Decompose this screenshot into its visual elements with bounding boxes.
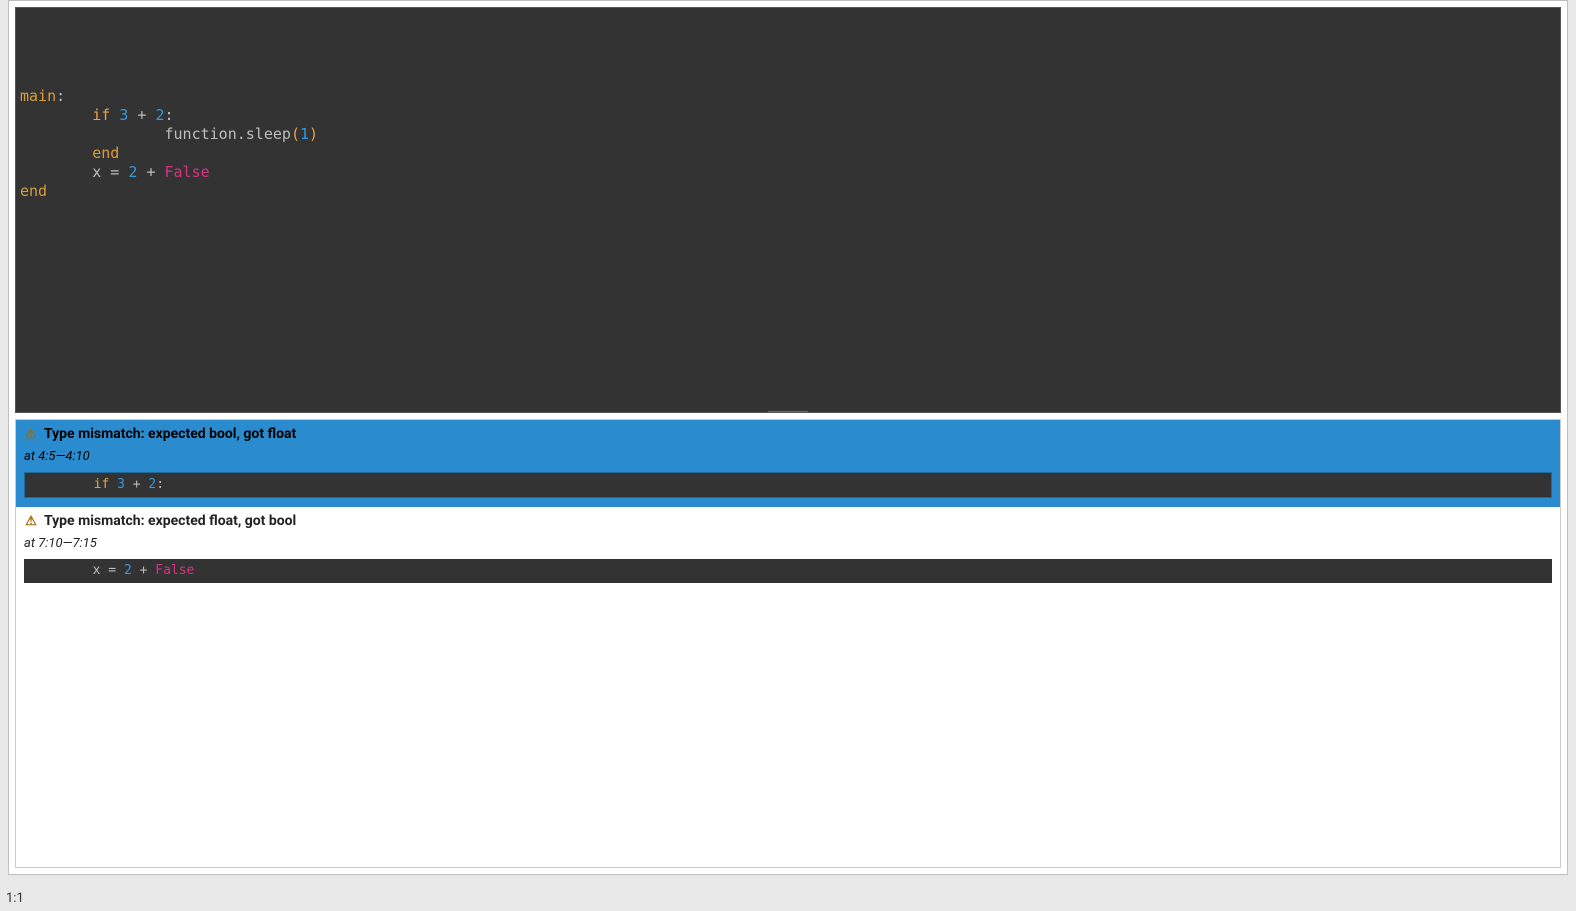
code-token [20, 106, 92, 124]
code-token: 2 [155, 106, 164, 124]
warning-icon: ⚠ [24, 514, 38, 528]
problem-title-text: Type mismatch: expected bool, got float [44, 426, 296, 442]
code-token: function.sleep [165, 125, 291, 143]
warning-icon: ⚠ [24, 427, 38, 441]
code-token: x = [93, 563, 124, 578]
code-token: end [20, 182, 47, 200]
problem-title: ⚠ Type mismatch: expected float, got bool [24, 513, 1552, 529]
code-token: main [20, 87, 56, 105]
status-bar: 1:1 [0, 887, 1576, 911]
code-line[interactable]: x = 2 + False [20, 163, 1556, 182]
code-token [109, 477, 117, 492]
problems-pane[interactable]: ⚠ Type mismatch: expected bool, got float… [15, 419, 1561, 868]
code-token: : [56, 87, 65, 105]
problem-location: at 4:5—4:10 [24, 442, 1552, 472]
problem-location: at 7:10—7:15 [24, 529, 1552, 559]
code-token [31, 477, 94, 492]
code-token: False [165, 163, 210, 181]
code-token [155, 163, 164, 181]
code-token [110, 106, 119, 124]
code-token [20, 125, 165, 143]
problem-snippet: if 3 + 2: [24, 472, 1552, 498]
code-token: end [92, 144, 119, 162]
code-token [20, 144, 92, 162]
code-token: : [165, 106, 174, 124]
problem-title-text: Type mismatch: expected float, got bool [44, 513, 296, 529]
code-token [30, 563, 93, 578]
code-line[interactable]: main: [20, 87, 1556, 106]
code-token: + [133, 477, 141, 492]
problem-snippet: x = 2 + False [24, 559, 1552, 583]
code-token: x = [92, 163, 128, 181]
code-line[interactable] [20, 49, 1556, 68]
code-token [20, 163, 92, 181]
pane-resize-handle[interactable] [768, 411, 808, 413]
code-token: 2 [124, 563, 132, 578]
code-token: 3 [117, 477, 125, 492]
code-token: ( [291, 125, 300, 143]
code-line[interactable]: function.sleep(1) [20, 125, 1556, 144]
editor-frame: main: if 3 + 2: function.sleep(1) end x … [8, 0, 1568, 875]
code-token: 1 [300, 125, 309, 143]
code-token: if [92, 106, 110, 124]
code-editor[interactable]: main: if 3 + 2: function.sleep(1) end x … [15, 7, 1561, 413]
code-line[interactable] [20, 68, 1556, 87]
code-line[interactable]: end [20, 182, 1556, 201]
cursor-position: 1:1 [6, 891, 24, 906]
code-token [132, 563, 140, 578]
code-token: False [155, 563, 194, 578]
code-token: ) [309, 125, 318, 143]
problem-item[interactable]: ⚠ Type mismatch: expected bool, got float… [16, 420, 1560, 507]
problem-title: ⚠ Type mismatch: expected bool, got float [24, 426, 1552, 442]
code-token: : [156, 477, 164, 492]
code-line[interactable]: if 3 + 2: [20, 106, 1556, 125]
problem-item[interactable]: ⚠ Type mismatch: expected float, got bool… [16, 507, 1560, 592]
code-token: if [94, 477, 110, 492]
code-token [125, 477, 133, 492]
code-line[interactable]: end [20, 144, 1556, 163]
